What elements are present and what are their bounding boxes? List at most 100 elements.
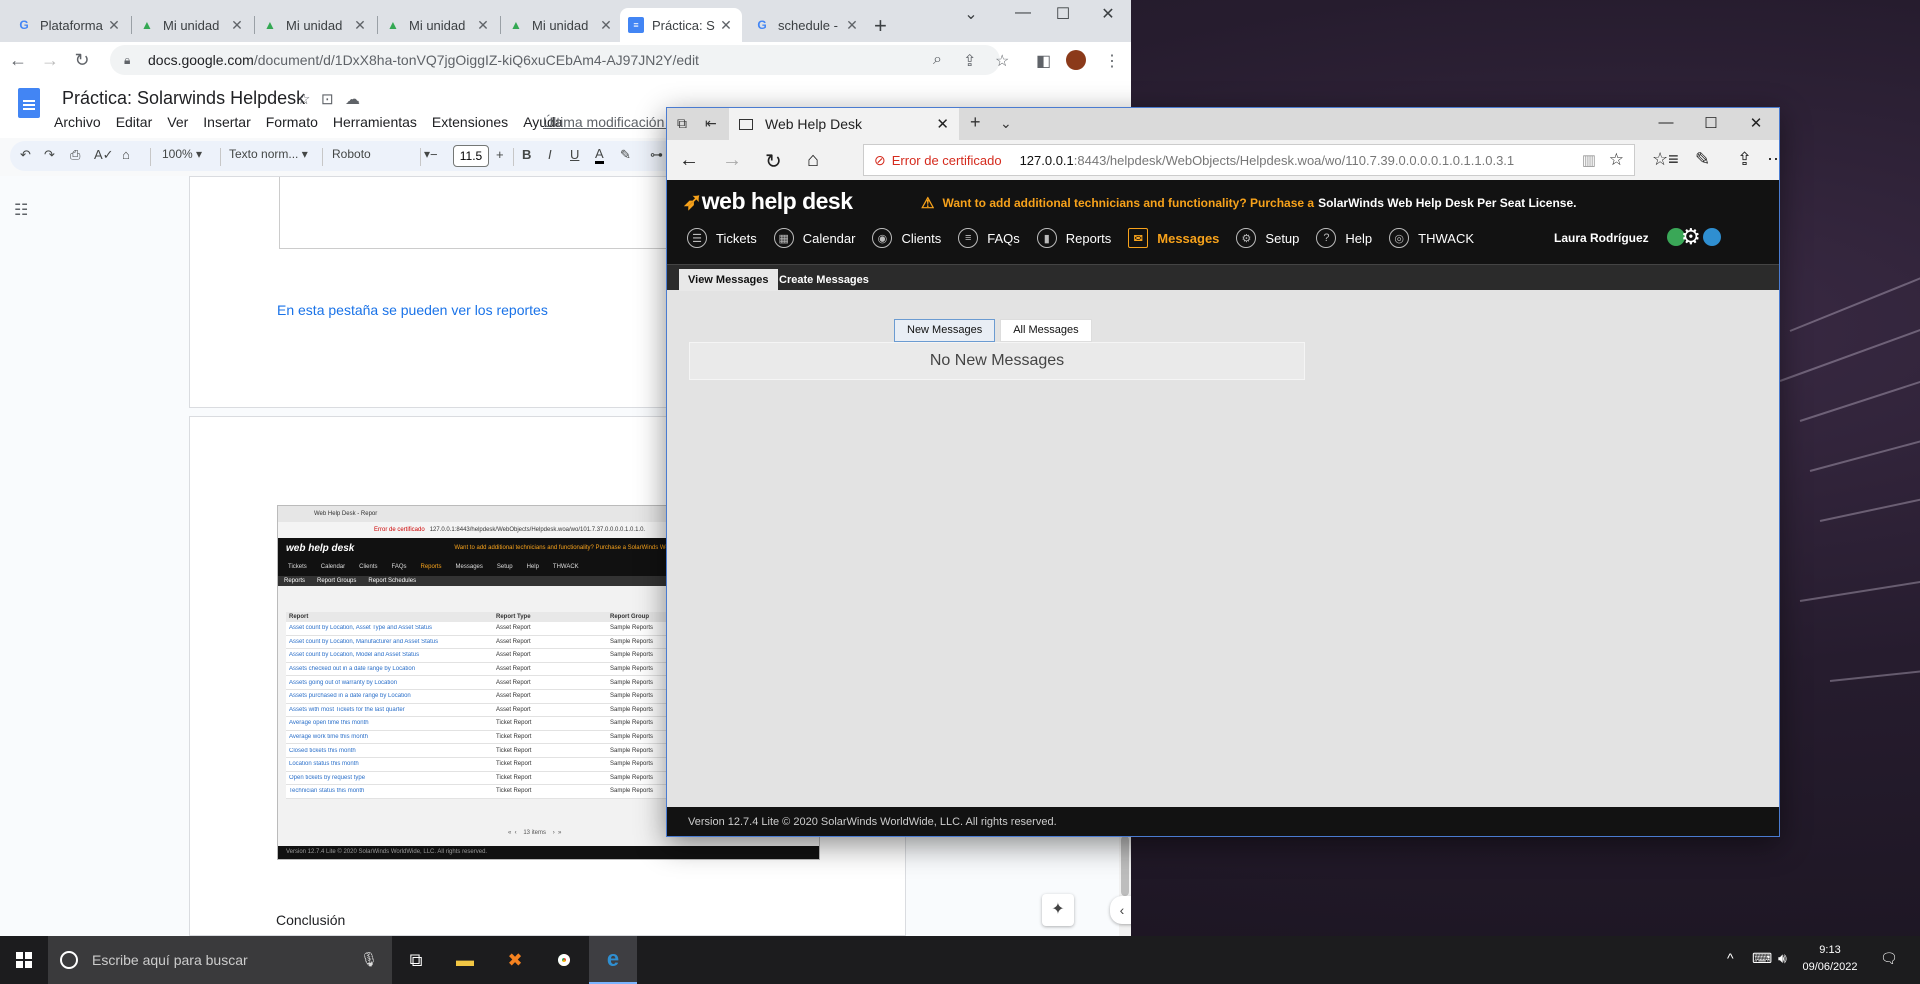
chrome-tab[interactable]: ▲ Mi unidad ✕	[131, 8, 253, 42]
nav-tickets[interactable]: ☰ Tickets	[687, 228, 757, 248]
web-note-icon[interactable]: ✎	[1695, 149, 1710, 170]
share-icon[interactable]: ⇪	[963, 51, 976, 71]
close-window-icon[interactable]: ✕	[1733, 114, 1779, 132]
network-icon[interactable]: ⌨	[1752, 950, 1772, 967]
increase-font-icon[interactable]: +	[496, 147, 504, 162]
subtab-create-messages[interactable]: Create Messages	[770, 269, 878, 291]
certificate-error-label[interactable]: Error de certificado	[892, 153, 1002, 168]
address-bar[interactable]: ⊘ Error de certificado 127.0.0.1 :8443/h…	[863, 144, 1635, 176]
menu-ver[interactable]: Ver	[167, 114, 188, 130]
back-icon[interactable]: ←	[8, 50, 28, 71]
close-tab-icon[interactable]: ✕	[844, 17, 860, 34]
sidepanel-icon[interactable]: ◧	[1036, 51, 1051, 71]
tab-sets-icon[interactable]: ⧉	[677, 115, 687, 132]
tab-all-messages[interactable]: All Messages	[1000, 319, 1092, 342]
menu-archivo[interactable]: Archivo	[54, 114, 101, 130]
volume-icon[interactable]: 🔊︎	[1778, 950, 1787, 967]
close-tab-icon[interactable]: ✕	[936, 115, 949, 133]
star-icon[interactable]: ☆	[297, 90, 310, 108]
outline-icon[interactable]: ☷	[14, 200, 28, 220]
highlight-icon[interactable]: ✎	[620, 147, 631, 163]
new-tab-icon[interactable]: +	[874, 13, 887, 39]
edge-tab-active[interactable]: Web Help Desk ✕	[729, 108, 959, 140]
close-tab-icon[interactable]: ✕	[352, 17, 368, 34]
notifications-icon[interactable]: 🗨︎	[1880, 950, 1898, 967]
move-folder-icon[interactable]: ⊡	[321, 90, 334, 108]
close-tab-icon[interactable]: ✕	[229, 17, 245, 34]
chevron-down-icon[interactable]: ⌄	[1000, 115, 1012, 132]
profile-avatar[interactable]	[1066, 50, 1086, 70]
file-explorer-icon[interactable]: ▬	[441, 936, 489, 984]
forward-icon[interactable]: →	[722, 149, 742, 172]
more-icon[interactable]: ⋯	[1767, 149, 1779, 170]
close-tab-icon[interactable]: ✕	[106, 17, 122, 34]
font-select[interactable]: Roboto ▾	[332, 147, 430, 161]
favorites-hub-icon[interactable]: ☆≡	[1652, 149, 1679, 170]
nav-calendar[interactable]: ▦ Calendar	[773, 228, 855, 248]
microphone-icon[interactable]: 🎙︎	[360, 951, 378, 968]
nav-clients[interactable]: ◉ Clients	[872, 228, 941, 248]
decrease-font-icon[interactable]: −	[430, 147, 438, 162]
tab-preview-icon[interactable]: ⇤	[705, 115, 717, 132]
nav-setup[interactable]: ⚙ Setup	[1236, 228, 1299, 248]
chevron-left-icon[interactable]: ‹	[1110, 896, 1131, 924]
underline-icon[interactable]: U	[570, 147, 579, 162]
reading-view-icon[interactable]: ▥	[1582, 151, 1596, 169]
task-view-icon[interactable]: ⧉	[392, 936, 440, 984]
zoom-icon[interactable]: ⌕	[933, 51, 942, 69]
chrome-tab[interactable]: G schedule - ✕	[746, 8, 868, 42]
nav-messages[interactable]: ✉ Messages	[1128, 228, 1219, 248]
address-bar[interactable]: 🔒︎ docs.google.com /document/d/1DxX8ha-t…	[110, 45, 1000, 75]
client-view-icon[interactable]	[1703, 228, 1721, 246]
bold-icon[interactable]: B	[522, 147, 531, 162]
menu-formato[interactable]: Formato	[266, 114, 318, 130]
home-icon[interactable]: ⌂	[807, 149, 819, 172]
back-icon[interactable]: ←	[679, 149, 699, 172]
close-window-icon[interactable]: ✕	[1085, 4, 1131, 24]
doc-link-text[interactable]: En esta pestaña se pueden ver los report…	[277, 302, 548, 318]
minimize-icon[interactable]: —	[1643, 114, 1689, 131]
nav-reports[interactable]: ▮ Reports	[1036, 228, 1111, 248]
taskbar-clock[interactable]: 9:13 09/06/2022	[1793, 942, 1867, 976]
share-icon[interactable]: ⇪	[1737, 149, 1752, 170]
nav-help[interactable]: ? Help	[1316, 228, 1372, 248]
favorite-star-icon[interactable]: ☆	[1609, 150, 1624, 170]
chrome-icon[interactable]	[540, 936, 588, 984]
print-icon[interactable]: ⎙	[70, 147, 80, 163]
taskbar-search[interactable]: Escribe aquí para buscar 🎙︎	[48, 936, 392, 984]
text-color-icon[interactable]: A	[595, 147, 604, 164]
new-tab-icon[interactable]: +	[970, 112, 981, 133]
start-button[interactable]	[0, 936, 48, 984]
close-tab-icon[interactable]: ✕	[718, 17, 734, 34]
scrollbar-thumb[interactable]	[1121, 836, 1129, 896]
certificate-error-icon[interactable]: ⊘	[874, 152, 886, 169]
xampp-icon[interactable]: ✖	[491, 936, 539, 984]
menu-insertar[interactable]: Insertar	[203, 114, 250, 130]
maximize-icon[interactable]: ☐	[1040, 4, 1086, 24]
subtab-view-messages[interactable]: View Messages	[679, 269, 778, 291]
chrome-tab-active[interactable]: ≡ Práctica: S ✕	[620, 8, 742, 42]
reload-icon[interactable]: ↻	[72, 50, 92, 71]
bookmark-star-icon[interactable]: ☆	[995, 51, 1009, 71]
edge-icon[interactable]: e	[589, 936, 637, 984]
spellcheck-icon[interactable]: A✓	[94, 147, 114, 163]
whd-logo[interactable]: ➶web help desk	[683, 188, 853, 215]
font-size-input[interactable]: 11.5	[453, 145, 489, 167]
chrome-tab[interactable]: G Plataforma ✕	[8, 8, 130, 42]
menu-editar[interactable]: Editar	[116, 114, 153, 130]
nav-faqs[interactable]: ≡ FAQs	[958, 228, 1020, 248]
docs-logo-icon[interactable]	[18, 88, 40, 118]
kebab-menu-icon[interactable]: ⋮	[1104, 51, 1120, 71]
menu-extensiones[interactable]: Extensiones	[432, 114, 508, 130]
maximize-icon[interactable]: ☐	[1688, 114, 1734, 132]
zoom-select[interactable]: 100% ▾	[162, 147, 202, 161]
paint-format-icon[interactable]: ⌂	[122, 147, 130, 162]
license-promo[interactable]: ⚠ Want to add additional technicians and…	[921, 194, 1577, 212]
menu-herramientas[interactable]: Herramientas	[333, 114, 417, 130]
tab-new-messages[interactable]: New Messages	[894, 319, 996, 342]
style-select[interactable]: Texto norm... ▾	[229, 147, 308, 161]
settings-gear-icon[interactable]: ⚙	[1681, 224, 1701, 250]
nav-thwack[interactable]: ◎ THWACK	[1389, 228, 1474, 248]
chevron-up-icon[interactable]: ^	[1727, 950, 1734, 966]
chrome-tab[interactable]: ▲ Mi unidad ✕	[254, 8, 376, 42]
